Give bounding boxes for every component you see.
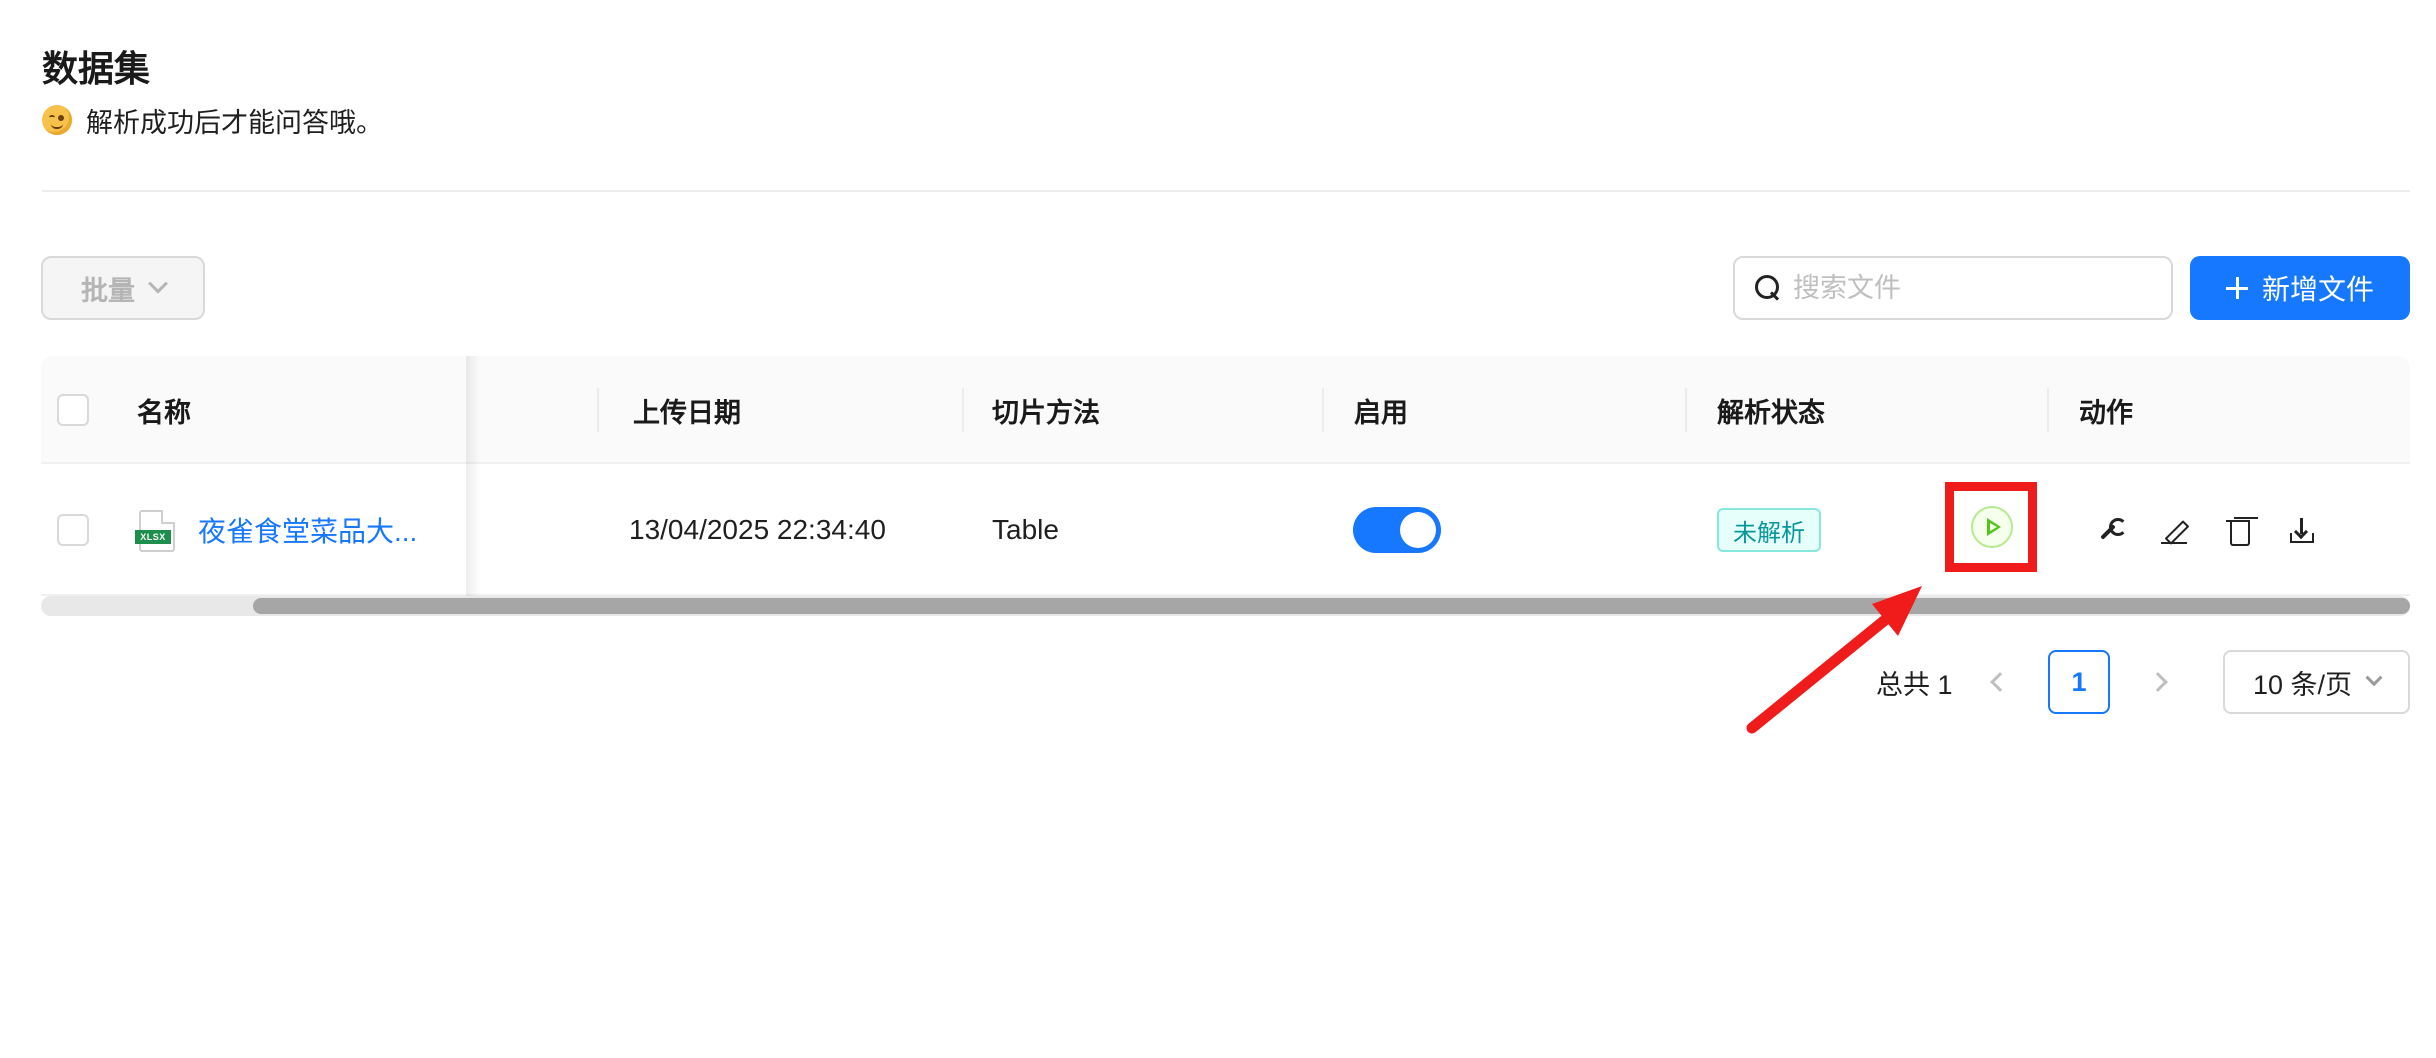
column-separator xyxy=(597,388,599,432)
parse-status-badge: 未解析 xyxy=(1717,508,1821,552)
page-subtitle: 解析成功后才能问答哦。 xyxy=(42,100,383,140)
wrench-icon[interactable] xyxy=(2095,516,2127,546)
trash-icon[interactable] xyxy=(2223,516,2253,546)
table-header: 名称 上传日期 切片方法 启用 解析状态 动作 xyxy=(41,356,2410,464)
column-separator xyxy=(1322,388,1324,432)
upload-date-cell: 13/04/2025 22:34:40 xyxy=(629,514,886,545)
column-header-upload-date[interactable]: 上传日期 xyxy=(633,356,741,464)
file-table: 名称 上传日期 切片方法 启用 解析状态 动作 XLSX 夜雀食堂菜品大... … xyxy=(41,356,2410,616)
page-title: 数据集 xyxy=(42,48,151,89)
file-type-tag: XLSX xyxy=(135,530,171,544)
column-header-name[interactable]: 名称 xyxy=(137,356,191,464)
pagination-total: 总共 1 xyxy=(1876,669,1953,700)
header-divider xyxy=(42,190,2410,192)
fixed-column-shadow xyxy=(466,356,480,596)
bulk-actions-button[interactable]: 批量 xyxy=(41,256,205,320)
table-row: XLSX 夜雀食堂菜品大... 13/04/2025 22:34:40 Tabl… xyxy=(41,464,2410,596)
subtitle-text: 解析成功后才能问答哦。 xyxy=(86,107,383,138)
chevron-right-icon xyxy=(2148,672,2168,692)
chevron-left-icon xyxy=(1990,672,2010,692)
row-checkbox[interactable] xyxy=(57,514,89,546)
column-separator xyxy=(962,388,964,432)
pagination-prev-button[interactable] xyxy=(1985,650,2015,714)
column-header-enabled[interactable]: 启用 xyxy=(1354,356,1408,464)
page-size-label: 10 条/页 xyxy=(2252,669,2353,700)
plus-icon xyxy=(2225,277,2248,299)
edit-icon[interactable] xyxy=(2159,516,2189,546)
select-all-checkbox[interactable] xyxy=(57,394,89,426)
column-separator xyxy=(1685,388,1687,432)
download-icon[interactable] xyxy=(2287,516,2317,546)
scrollbar-thumb[interactable] xyxy=(253,598,2410,614)
chevron-down-icon xyxy=(2365,669,2383,687)
add-file-button[interactable]: 新增文件 xyxy=(2190,256,2410,320)
column-header-chunk-method[interactable]: 切片方法 xyxy=(992,356,1100,464)
page-size-select[interactable]: 10 条/页 xyxy=(2223,650,2410,714)
horizontal-scrollbar[interactable] xyxy=(41,596,2410,616)
search-input[interactable] xyxy=(1793,272,2153,304)
wink-emoji-icon xyxy=(42,105,72,135)
chunk-method-cell: Table xyxy=(992,514,1059,545)
column-separator xyxy=(2047,388,2049,432)
pagination-page-1[interactable]: 1 xyxy=(2048,650,2110,714)
enable-toggle[interactable] xyxy=(1353,507,1441,553)
xlsx-file-icon: XLSX xyxy=(135,510,175,552)
start-parse-play-icon[interactable] xyxy=(1971,506,2013,548)
search-box[interactable] xyxy=(1733,256,2173,320)
pagination-next-button[interactable] xyxy=(2143,650,2173,714)
toggle-knob xyxy=(1400,512,1436,548)
chevron-down-icon xyxy=(148,273,168,294)
file-name-link[interactable]: 夜雀食堂菜品大... xyxy=(198,464,417,596)
add-file-label: 新增文件 xyxy=(2261,274,2374,305)
bulk-actions-label: 批量 xyxy=(81,275,135,306)
column-header-actions: 动作 xyxy=(2079,397,2133,428)
search-icon xyxy=(1755,275,1781,301)
column-header-parse-status[interactable]: 解析状态 xyxy=(1717,356,1825,464)
